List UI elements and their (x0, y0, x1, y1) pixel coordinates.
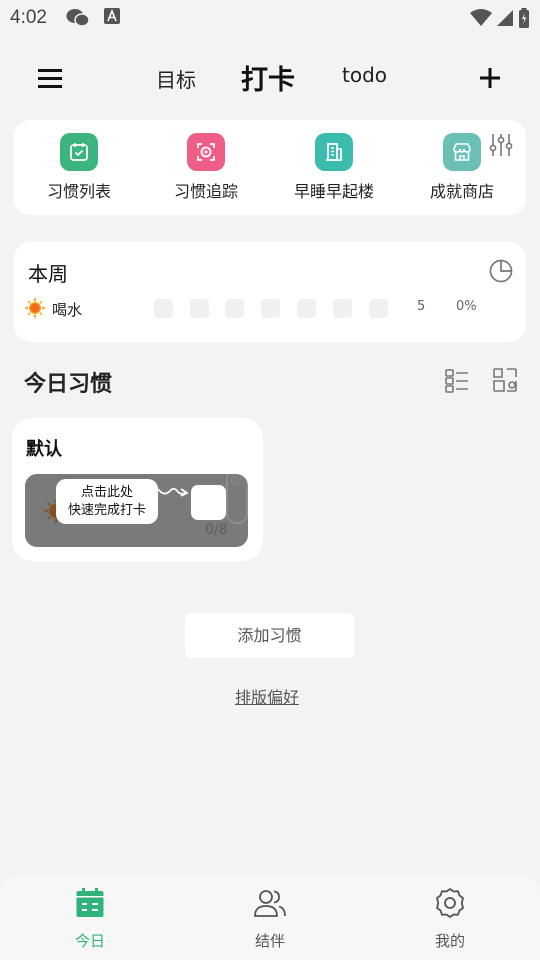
day-box-tue (190, 299, 209, 318)
bottom-nav-partner[interactable]: 结伴 (210, 886, 330, 951)
day-box-sun (369, 299, 388, 318)
gear-icon (390, 886, 510, 920)
users-icon (210, 886, 330, 920)
bottom-nav-today[interactable]: 今日 (30, 886, 150, 951)
habit-group-card: 默认 0/ 0/8 点击此处 快速完成打卡 (12, 418, 263, 561)
font-app-icon (104, 8, 120, 28)
list-view-icon[interactable] (444, 368, 470, 398)
habit-tile[interactable]: 0/ 0/8 点击此处 快速完成打卡 (25, 474, 248, 547)
add-button[interactable] (476, 64, 504, 92)
week-title: 本周 (28, 262, 68, 286)
building-icon (315, 133, 353, 171)
today-habits-title: 今日习惯 (24, 372, 113, 397)
grid-view-icon[interactable] (492, 367, 518, 397)
bottom-nav: 今日 结伴 我的 (0, 876, 540, 960)
layout-preference-link[interactable]: 排版偏好 (235, 684, 299, 708)
tab-todo[interactable]: todo (342, 63, 387, 87)
calendar-check-icon (60, 133, 98, 171)
habit-progress: 0/8 (205, 522, 228, 538)
hint-line-2: 快速完成打卡 (67, 503, 146, 518)
week-count: 5 (417, 299, 426, 314)
shortcut-habit-tracking[interactable]: 习惯追踪 (141, 133, 271, 202)
hint-bubble: 点击此处 快速完成打卡 (56, 479, 158, 524)
hint-line-1: 点击此处 (80, 485, 133, 500)
tab-checkin[interactable]: 打卡 (241, 58, 295, 97)
shortcut-label: 成就商店 (429, 182, 494, 201)
wifi-icon (470, 9, 492, 31)
shortcut-habit-list[interactable]: 习惯列表 (14, 133, 144, 202)
status-time: 4:02 (10, 7, 47, 28)
shortcut-label: 早睡早起楼 (293, 182, 374, 201)
status-bar: 4:02 (0, 0, 540, 36)
status-indicators (470, 8, 530, 32)
week-habit-row: 喝水 5 0% (24, 297, 516, 321)
bottom-nav-label: 我的 (434, 932, 465, 950)
pie-chart-icon[interactable] (488, 258, 514, 288)
bottom-nav-label: 结伴 (254, 932, 285, 950)
bottom-nav-label: 今日 (74, 932, 105, 950)
shortcuts-card: 习惯列表 习惯追踪 早睡早起楼 成就商店 (14, 120, 526, 215)
plus-icon (480, 68, 500, 88)
week-stats-card[interactable]: 本周 喝水 5 0% (14, 242, 526, 342)
settings-sliders-icon[interactable] (488, 132, 514, 162)
curved-arrow-icon (156, 483, 190, 505)
habit-name: 喝水 (52, 301, 83, 319)
wechat-icon (66, 8, 90, 32)
day-box-sat (333, 299, 352, 318)
day-box-thu (261, 299, 280, 318)
menu-button[interactable] (34, 64, 66, 92)
sun-icon (24, 297, 46, 323)
shortcut-early-sleep-tower[interactable]: 早睡早起楼 (269, 133, 399, 202)
quick-check-button[interactable] (191, 485, 226, 520)
tab-goals[interactable]: 目标 (156, 64, 196, 93)
shortcut-label: 习惯列表 (46, 182, 111, 201)
bottom-nav-me[interactable]: 我的 (390, 886, 510, 951)
menu-icon (38, 69, 62, 88)
battery-icon (518, 8, 530, 32)
shortcut-label: 习惯追踪 (173, 182, 238, 201)
shop-icon (443, 133, 481, 171)
week-percent: 0% (456, 299, 477, 314)
signal-icon (496, 9, 514, 31)
add-habit-button[interactable]: 添加习惯 (185, 613, 354, 658)
day-box-mon (154, 299, 173, 318)
calendar-icon (30, 886, 150, 920)
group-title: 默认 (26, 439, 62, 460)
top-nav: 目标 打卡 todo (0, 52, 540, 104)
ghost-count: 0/ (230, 474, 242, 488)
day-box-fri (297, 299, 316, 318)
day-box-wed (225, 299, 244, 318)
target-scan-icon (187, 133, 225, 171)
